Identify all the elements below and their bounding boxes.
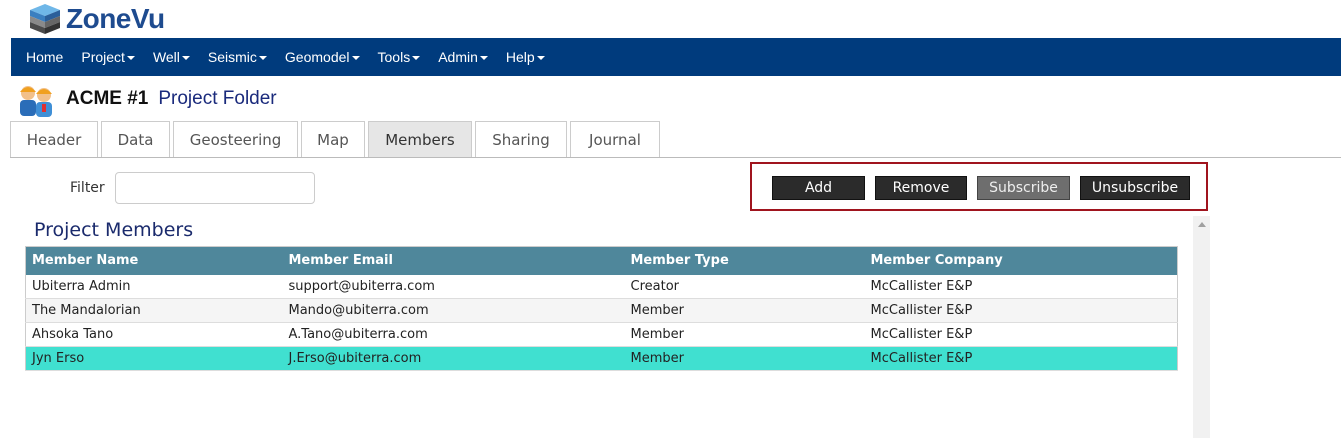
cell-email: Mando@ubiterra.com: [282, 298, 625, 323]
nav-item-label: Geomodel: [284, 49, 350, 65]
caret-down-icon: [351, 56, 360, 60]
tab-map[interactable]: Map: [301, 121, 365, 158]
nav-item-label: Admin: [438, 49, 478, 65]
scroll-up-arrow-icon[interactable]: [1198, 222, 1206, 227]
project-name: ACME #1: [66, 88, 149, 109]
nav-item-label: Well: [152, 49, 180, 65]
caret-down-icon: [536, 56, 545, 60]
nav-item-admin[interactable]: Admin: [429, 38, 497, 76]
tab-geosteering[interactable]: Geosteering: [173, 121, 298, 158]
table-header-row: Member Name Member Email Member Type Mem…: [25, 246, 1178, 275]
vertical-scrollbar[interactable]: [1193, 216, 1210, 438]
column-header-member-name[interactable]: Member Name: [25, 246, 283, 275]
members-table: Member Name Member Email Member Type Mem…: [25, 246, 1178, 371]
nav-item-label: Project: [81, 49, 125, 65]
tab-members[interactable]: Members: [368, 121, 472, 158]
filter-input[interactable]: [115, 172, 315, 204]
table-row[interactable]: Ahsoka Tano A.Tano@ubiterra.com Member McCa…: [25, 322, 1178, 347]
caret-down-icon: [181, 56, 190, 60]
table-row[interactable]: Jyn Erso J.Erso@ubiterra.com Member McCalli…: [25, 346, 1178, 371]
cell-email: A.Tano@ubiterra.com: [282, 322, 625, 347]
remove-button[interactable]: Remove: [875, 176, 967, 200]
cell-name: Ahsoka Tano: [25, 322, 283, 347]
cell-email: J.Erso@ubiterra.com: [282, 346, 625, 371]
nav-item-label: Help: [505, 49, 535, 65]
zonevu-logo[interactable]: ZoneVu: [28, 2, 165, 36]
tab-data[interactable]: Data: [101, 121, 170, 158]
caret-down-icon: [479, 56, 488, 60]
cell-company: McCallister E&P: [864, 346, 1178, 371]
nav-item-geomodel[interactable]: Geomodel: [276, 38, 369, 76]
cell-company: McCallister E&P: [864, 274, 1178, 299]
tabs-divider: [10, 157, 1341, 158]
nav-item-help[interactable]: Help: [497, 38, 554, 76]
cell-type: Member: [624, 298, 865, 323]
cell-email: support@ubiterra.com: [282, 274, 625, 299]
nav-item-well[interactable]: Well: [144, 38, 199, 76]
column-header-member-type[interactable]: Member Type: [624, 246, 865, 275]
cell-name: Ubiterra Admin: [25, 274, 283, 299]
cell-type: Member: [624, 346, 865, 371]
nav-item-label: Seismic: [207, 49, 257, 65]
caret-down-icon: [412, 56, 421, 60]
caret-down-icon: [258, 56, 267, 60]
column-header-member-company[interactable]: Member Company: [864, 246, 1178, 275]
cell-company: McCallister E&P: [864, 322, 1178, 347]
tab-journal[interactable]: Journal: [570, 121, 660, 158]
logo-cube-icon: [28, 3, 62, 35]
logo-text: ZoneVu: [66, 3, 165, 35]
project-folder-label: Project Folder: [158, 88, 277, 109]
nav-item-project[interactable]: Project: [72, 38, 144, 76]
cell-name: The Mandalorian: [25, 298, 283, 323]
filter-label: Filter: [70, 180, 105, 196]
add-button[interactable]: Add: [772, 176, 865, 200]
logo-text-vu: Vu: [130, 3, 165, 34]
project-tabs: Header Data Geosteering Map Members Sharing Jo…: [10, 121, 663, 158]
project-members-icon: [16, 81, 58, 117]
tab-sharing[interactable]: Sharing: [475, 121, 567, 158]
cell-name: Jyn Erso: [25, 346, 283, 371]
subscribe-button[interactable]: Subscribe: [977, 176, 1070, 200]
tab-header[interactable]: Header: [10, 121, 98, 158]
cell-type: Creator: [624, 274, 865, 299]
logo-text-zone: Zone: [66, 3, 131, 34]
nav-item-home[interactable]: Home: [17, 38, 72, 76]
unsubscribe-button[interactable]: Unsubscribe: [1080, 176, 1190, 200]
project-header: ACME #1 Project Folder: [16, 80, 277, 118]
cell-company: McCallister E&P: [864, 298, 1178, 323]
cell-type: Member: [624, 322, 865, 347]
column-header-member-email[interactable]: Member Email: [282, 246, 625, 275]
main-nav-bar: Home Project Well Seismic Geomodel Tools Admin…: [11, 38, 1341, 76]
nav-item-tools[interactable]: Tools: [369, 38, 430, 76]
nav-item-label: Home: [26, 49, 64, 65]
project-members-title: Project Members: [34, 219, 194, 241]
nav-item-seismic[interactable]: Seismic: [199, 38, 276, 76]
caret-down-icon: [126, 56, 135, 60]
table-row[interactable]: The Mandalorian Mando@ubiterra.com Member M…: [25, 298, 1178, 323]
table-row[interactable]: Ubiterra Admin support@ubiterra.com Creato…: [25, 274, 1178, 299]
nav-item-label: Tools: [377, 49, 411, 65]
